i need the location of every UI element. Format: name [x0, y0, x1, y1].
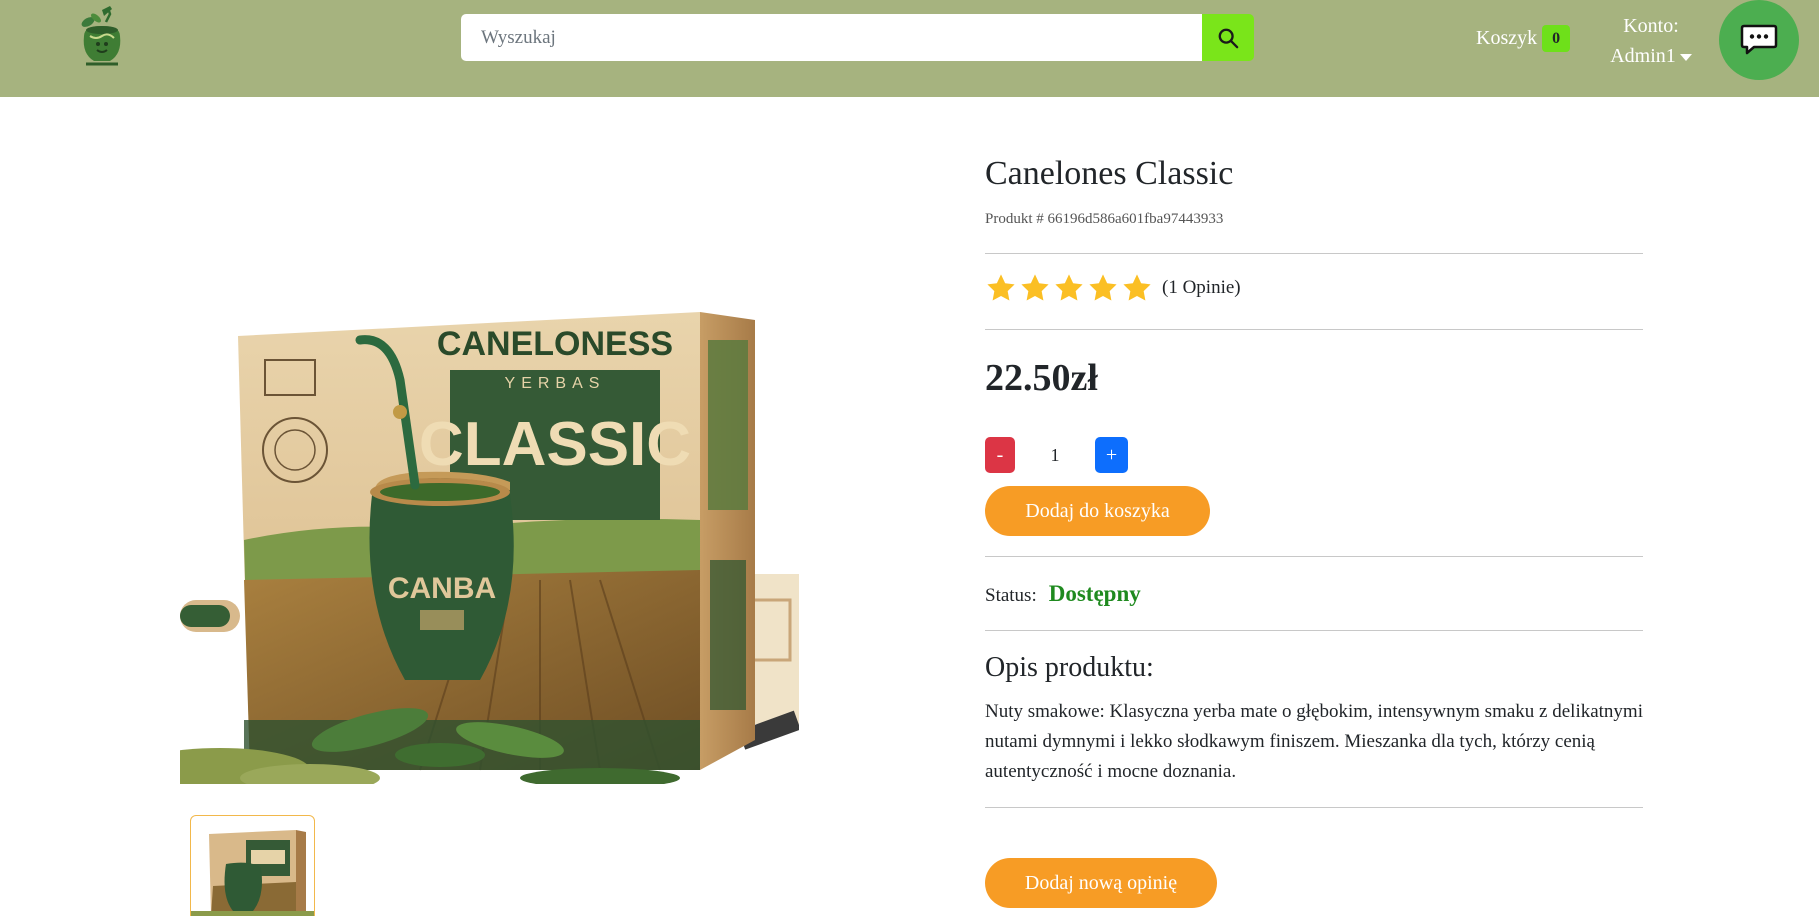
divider: [985, 253, 1643, 254]
product-main-image[interactable]: CANELONESS YERBAS CLASSIC CANBA: [130, 300, 801, 792]
search-input[interactable]: [461, 14, 1202, 61]
box-brand-sub: YERBAS: [505, 375, 606, 392]
chat-icon: [1740, 24, 1778, 55]
account-user-row: Admin1: [1606, 41, 1696, 71]
divider: [985, 556, 1643, 557]
stock-status: Status: Dostępny: [985, 581, 1141, 607]
product-title: Canelones Classic: [985, 155, 1234, 192]
add-to-cart-button[interactable]: Dodaj do koszyka: [985, 486, 1210, 536]
quantity-increase-button[interactable]: +: [1095, 437, 1128, 473]
star-icon: [1021, 274, 1049, 301]
star-icon: [1089, 274, 1117, 301]
add-review-button[interactable]: Dodaj nową opinię: [985, 858, 1217, 908]
search-bar: [461, 14, 1254, 61]
star-icon: [1055, 274, 1083, 301]
account-dropdown[interactable]: Konto: Admin1: [1606, 11, 1696, 71]
product-description: Nuty smakowe: Klasyczna yerba mate o głę…: [985, 701, 1643, 782]
product-thumbnail[interactable]: [190, 815, 315, 916]
box-brand-top: CANELONESS: [437, 325, 673, 363]
quantity-input[interactable]: [1015, 444, 1095, 466]
product-id: Produkt # 66196d586a601fba97443933: [985, 211, 1224, 227]
star-icon: [987, 274, 1015, 301]
chat-button[interactable]: [1719, 0, 1799, 80]
quantity-decrease-button[interactable]: -: [985, 437, 1015, 473]
divider: [985, 329, 1643, 330]
caret-down-icon: [1679, 53, 1692, 61]
rating-stars: (1 Opinie): [985, 272, 1241, 304]
account-username: Admin1: [1610, 45, 1676, 67]
mate-logo-icon[interactable]: [76, 6, 128, 70]
product-price: 22.50zł: [985, 357, 1098, 399]
divider: [985, 630, 1643, 631]
status-value: Dostępny: [1048, 581, 1141, 606]
search-icon: [1218, 28, 1239, 48]
divider: [985, 807, 1643, 808]
status-label: Status:: [985, 585, 1037, 606]
description-heading: Opis produktu:: [985, 652, 1154, 683]
gourd-text: CANBA: [388, 572, 496, 605]
account-label: Konto:: [1623, 15, 1679, 37]
box-brand-main: CLASSIC: [419, 410, 691, 479]
quantity-stepper: - +: [985, 437, 1128, 473]
reviews-count: (1 Opinie): [1162, 277, 1241, 298]
cart-link[interactable]: Koszyk 0: [1476, 25, 1571, 52]
star-icon: [1123, 274, 1151, 301]
cart-label: Koszyk: [1476, 27, 1538, 49]
search-button[interactable]: [1202, 14, 1254, 61]
top-navbar: Koszyk 0 Konto: Admin1: [0, 0, 1819, 97]
cart-count-badge: 0: [1542, 25, 1571, 52]
